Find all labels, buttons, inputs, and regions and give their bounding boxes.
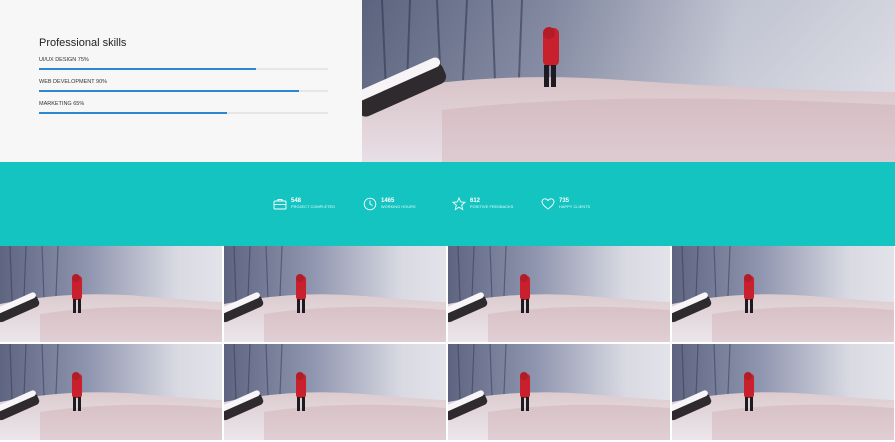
gallery-tile[interactable] [0,246,222,342]
stat-number: 548 [291,198,302,204]
gallery-tile[interactable] [0,344,222,440]
skill-progress-bar [39,112,227,114]
skill-uiux: UI/UX DESIGN 75% [39,57,328,71]
stat-caption: HAPPY CLIENTS [559,205,591,209]
skills-title: Professional skills [39,37,127,49]
hero-photo [362,0,895,162]
star-icon [452,197,466,211]
skill-track [39,90,328,92]
stat-number: 1465 [381,198,395,204]
stat-number: 735 [559,198,570,204]
stats-band: 548 PROJECT COMPLETED 1465 WORKING HOURS… [0,162,895,246]
snow-scene-image [362,0,895,162]
skill-progress-bar [39,90,300,92]
gallery-tile[interactable] [672,344,894,440]
skill-track [39,68,328,70]
skill-label: UI/UX DESIGN 75% [39,57,89,63]
gallery-tile[interactable] [672,246,894,342]
skills-panel: Professional skills UI/UX DESIGN 75% WEB… [0,0,362,162]
gallery-tile[interactable] [448,344,670,440]
gallery-tile[interactable] [224,246,446,342]
skill-label: WEB DEVELOPMENT 90% [39,79,108,85]
skill-progress-bar [39,68,256,70]
skill-web-development: WEB DEVELOPMENT 90% [39,79,328,93]
skill-marketing: MARKETING 65% [39,101,328,115]
stat-caption: WORKING HOURS [381,205,416,209]
stat-number: 612 [470,198,481,204]
heart-icon [541,197,555,211]
briefcase-icon [273,197,287,211]
stat-caption: POSITIVE FEEDBACKS [470,205,514,209]
skill-track [39,112,328,114]
gallery-tile[interactable] [448,246,670,342]
photo-gallery [0,246,895,442]
gallery-tile[interactable] [224,344,446,440]
skill-label: MARKETING 65% [39,101,85,107]
clock-icon [363,197,377,211]
stat-caption: PROJECT COMPLETED [291,205,336,209]
